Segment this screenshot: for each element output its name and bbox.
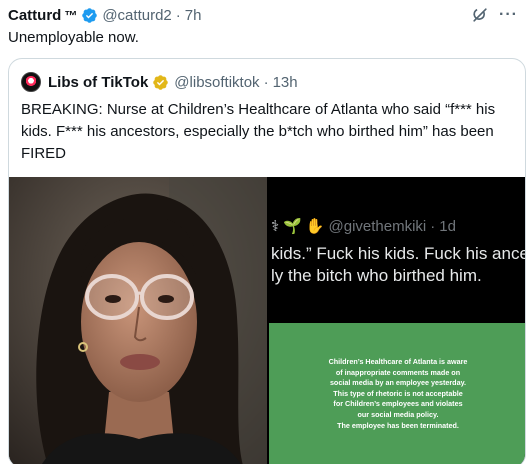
- quoted-tweet[interactable]: Libs of TikTok @libsoftiktok · 13h BREAK…: [8, 58, 526, 464]
- separator-dot: ·: [175, 6, 181, 24]
- statement-card[interactable]: Children’s Healthcare of Atlanta is awar…: [269, 323, 525, 464]
- screenshot-handle-row: ⚕ 🌱 ✋ @givethemkiki · 1d: [271, 217, 456, 236]
- statement-line: This type of rhetoric is not acceptable: [333, 388, 463, 398]
- hamsa-icon: ✋: [305, 218, 325, 235]
- stethoscope-icon: ⚕: [271, 218, 280, 235]
- quote-separator-dot: ·: [263, 73, 269, 91]
- screenshot-time: 1d: [439, 217, 456, 235]
- gold-verified-badge-icon: [153, 74, 169, 90]
- screenshot-text-line-2: ly the bitch who birthed him.: [271, 266, 482, 285]
- screenshot-dot: ·: [430, 217, 436, 235]
- statement-line: of inappropriate comments made on: [335, 367, 461, 377]
- statement-line: for Children’s employees and violates: [333, 399, 463, 409]
- quote-author-handle[interactable]: @libsoftiktok: [174, 74, 259, 91]
- author-tm: ™: [64, 7, 78, 23]
- statement-line: Children’s Healthcare of Atlanta is awar…: [328, 357, 468, 366]
- screenshot-text-line-1: kids.” Fuck his kids. Fuck his ancest: [271, 244, 526, 263]
- quote-header: Libs of TikTok @libsoftiktok · 13h: [21, 71, 298, 93]
- more-options-icon[interactable]: ···: [499, 6, 518, 24]
- tweet-header: Catturd ™ @catturd2 · 7h ···: [8, 4, 518, 26]
- seedling-icon: 🌱: [283, 218, 302, 235]
- statement-line: our social media policy.: [357, 409, 439, 419]
- author-handle[interactable]: @catturd2: [102, 7, 171, 24]
- quote-avatar[interactable]: [21, 72, 41, 92]
- header-actions: ···: [469, 4, 518, 26]
- author-name[interactable]: Catturd: [8, 7, 61, 24]
- statement-text: Children’s Healthcare of Atlanta is awar…: [269, 357, 525, 431]
- verified-badge-icon: [82, 7, 98, 23]
- quote-author-name[interactable]: Libs of TikTok: [48, 74, 148, 91]
- quote-time[interactable]: 13h: [273, 74, 298, 91]
- grok-icon[interactable]: [469, 4, 491, 26]
- screenshot-handle: @givethemkiki: [328, 217, 427, 235]
- portrait-photo[interactable]: [9, 177, 267, 464]
- statement-line: The employee has been terminated.: [337, 420, 459, 430]
- media-grid: ⚕ 🌱 ✋ @givethemkiki · 1d kids.” Fuck his…: [9, 177, 526, 464]
- quote-text: BREAKING: Nurse at Children’s Healthcare…: [21, 101, 496, 162]
- statement-line: social media by an employee yesterday.: [329, 378, 467, 388]
- tweet-time[interactable]: 7h: [185, 7, 202, 24]
- tweet-screenshot[interactable]: ⚕ 🌱 ✋ @givethemkiki · 1d kids.” Fuck his…: [269, 177, 526, 321]
- tweet-text: Unemployable now.: [8, 29, 139, 46]
